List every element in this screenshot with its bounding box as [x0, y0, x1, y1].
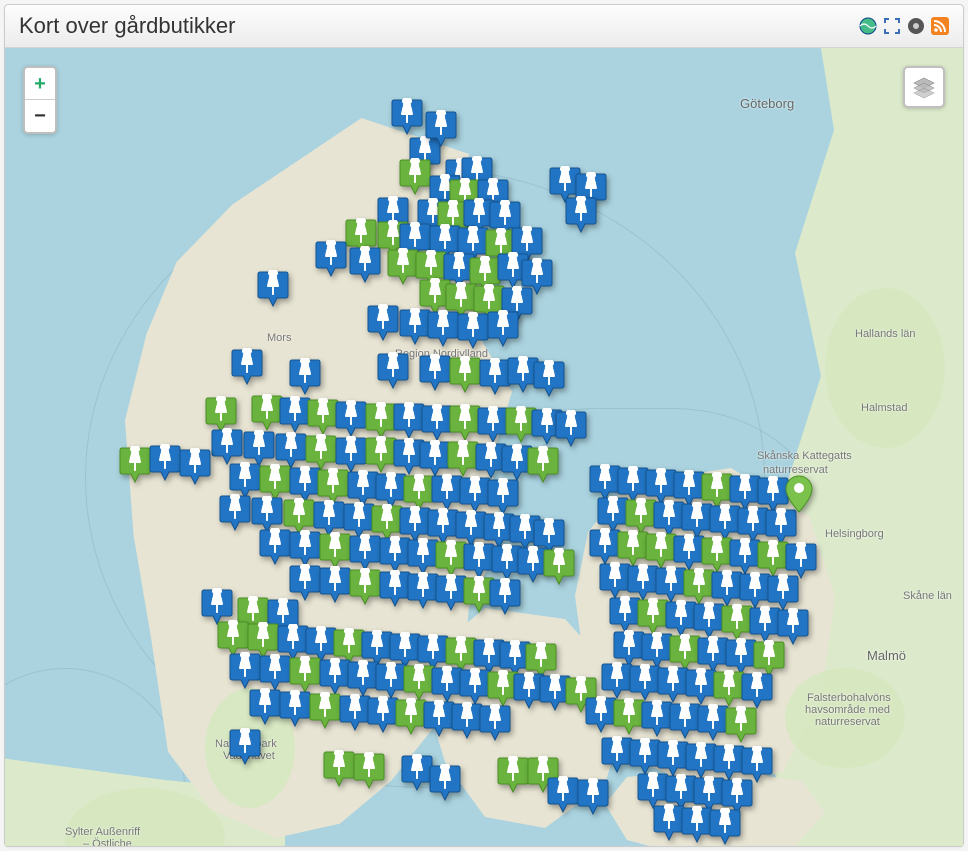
map-marker-blue[interactable] [564, 196, 598, 236]
map-marker-blue[interactable] [478, 704, 512, 744]
map-marker-blue[interactable] [218, 494, 252, 534]
map-marker-blue[interactable] [334, 400, 368, 440]
rss-icon[interactable] [931, 17, 949, 35]
panel-title: Kort over gårdbutikker [19, 13, 235, 39]
layers-icon [912, 75, 936, 99]
zoom-control: + − [23, 66, 57, 134]
google-earth-icon[interactable] [859, 17, 877, 35]
map-marker-green[interactable] [308, 692, 342, 732]
map-marker-blue[interactable] [314, 240, 348, 280]
map-marker-blue[interactable] [256, 270, 290, 310]
map-marker-green[interactable] [724, 706, 758, 746]
map-marker-green[interactable] [542, 548, 576, 588]
map-marker-blue[interactable] [426, 310, 460, 350]
map-marker-blue[interactable] [318, 566, 352, 606]
map-marker-green[interactable] [352, 752, 386, 792]
map-marker-blue[interactable] [376, 352, 410, 392]
map-marker-blue[interactable] [230, 348, 264, 388]
map-marker-green[interactable] [448, 356, 482, 396]
panel-header: Kort over gårdbutikker [5, 5, 963, 48]
map-marker-green[interactable] [348, 568, 382, 608]
map-marker-blue[interactable] [228, 728, 262, 768]
map-marker-blue[interactable] [532, 360, 566, 400]
map-marker-blue[interactable] [488, 578, 522, 618]
map-marker-blue[interactable] [390, 98, 424, 138]
map-marker-blue[interactable] [554, 410, 588, 450]
map-marker-blue[interactable] [576, 778, 610, 818]
map-marker-green[interactable] [496, 756, 530, 796]
map-panel: Kort over gårdbutikker [4, 4, 964, 847]
map-marker-blue[interactable] [288, 358, 322, 398]
map-marker-green[interactable] [322, 750, 356, 790]
fullscreen-icon[interactable] [883, 17, 901, 35]
layers-control[interactable] [903, 66, 945, 108]
map-marker-blue[interactable] [278, 690, 312, 730]
map-marker-blue[interactable] [546, 776, 580, 816]
map-marker-green[interactable] [526, 446, 560, 486]
map-marker-blue[interactable] [428, 764, 462, 804]
map-marker-blue[interactable] [418, 354, 452, 394]
map-marker-green[interactable] [118, 446, 152, 486]
dark-circle-icon[interactable] [907, 17, 925, 35]
zoom-out-button[interactable]: − [25, 100, 55, 132]
markers-layer [5, 48, 963, 846]
map-marker-highlight[interactable] [784, 474, 814, 514]
map-marker-blue[interactable] [228, 652, 262, 692]
map-marker-blue[interactable] [424, 110, 458, 150]
map-marker-blue[interactable] [348, 246, 382, 286]
map-marker-blue[interactable] [708, 808, 742, 846]
map-marker-blue[interactable] [456, 312, 490, 352]
map-marker-blue[interactable] [486, 310, 520, 350]
map-marker-blue[interactable] [178, 448, 212, 488]
map-marker-green[interactable] [398, 158, 432, 198]
panel-header-icons [859, 17, 949, 35]
map-marker-blue[interactable] [258, 528, 292, 568]
zoom-in-button[interactable]: + [25, 68, 55, 100]
map-marker-blue[interactable] [148, 444, 182, 484]
map-marker-blue[interactable] [248, 688, 282, 728]
map-marker-blue[interactable] [366, 304, 400, 344]
map-viewport[interactable]: GöteborgAalborgMorsRegion NordjyllandHal… [5, 48, 963, 846]
